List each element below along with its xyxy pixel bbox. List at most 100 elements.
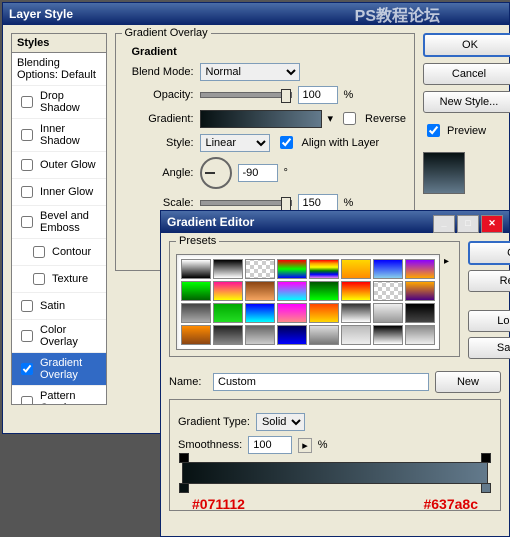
style-checkbox[interactable] <box>21 363 33 375</box>
preset-swatch[interactable] <box>213 303 243 323</box>
styles-header[interactable]: Styles <box>12 34 106 53</box>
ok-button[interactable]: OK <box>423 33 510 57</box>
align-label: Align with Layer <box>302 137 380 149</box>
style-item-inner-glow[interactable]: Inner Glow <box>12 179 106 206</box>
style-checkbox[interactable] <box>21 216 33 228</box>
style-checkbox[interactable] <box>21 300 33 312</box>
preset-swatch[interactable] <box>245 281 275 301</box>
new-button[interactable]: New <box>435 371 501 393</box>
style-item-color-overlay[interactable]: Color Overlay <box>12 320 106 353</box>
editor-load-button[interactable]: Load... <box>468 310 510 332</box>
angle-input[interactable] <box>238 164 278 182</box>
preset-swatch[interactable] <box>181 259 211 279</box>
gradient-bar[interactable] <box>182 462 488 484</box>
style-checkbox[interactable] <box>21 96 33 108</box>
editor-reset-button[interactable]: Reset <box>468 270 510 292</box>
blend-mode-select[interactable]: Normal <box>200 63 300 81</box>
gradient-preview[interactable] <box>200 110 322 128</box>
presets-grid <box>176 254 440 350</box>
angle-dial[interactable] <box>200 157 232 189</box>
style-checkbox[interactable] <box>21 330 33 342</box>
style-item-label: Inner Shadow <box>40 123 101 147</box>
maximize-icon[interactable]: □ <box>457 215 479 233</box>
preset-swatch[interactable] <box>373 303 403 323</box>
style-item-contour[interactable]: Contour <box>12 239 106 266</box>
cancel-button[interactable]: Cancel <box>423 63 510 85</box>
style-checkbox[interactable] <box>33 273 45 285</box>
grad-type-select[interactable]: Solid <box>256 413 305 431</box>
preset-swatch[interactable] <box>373 325 403 345</box>
blending-options-item[interactable]: Blending Options: Default <box>12 53 106 86</box>
style-item-texture[interactable]: Texture <box>12 266 106 293</box>
preset-swatch[interactable] <box>309 281 339 301</box>
scale-label: Scale: <box>124 197 194 209</box>
preset-swatch[interactable] <box>405 259 435 279</box>
minimize-icon[interactable]: _ <box>433 215 455 233</box>
style-item-label: Pattern Overlay <box>40 390 101 405</box>
editor-ok-button[interactable]: OK <box>468 241 510 265</box>
presets-menu-icon[interactable]: ▸ <box>440 254 453 350</box>
editor-save-button[interactable]: Save... <box>468 337 510 359</box>
style-item-label: Gradient Overlay <box>40 357 101 381</box>
preset-swatch[interactable] <box>277 303 307 323</box>
preset-swatch[interactable] <box>373 259 403 279</box>
smoothness-dropdown-icon[interactable]: ▸ <box>298 438 312 453</box>
preset-swatch[interactable] <box>213 259 243 279</box>
close-icon[interactable]: ✕ <box>481 215 503 233</box>
preset-swatch[interactable] <box>405 281 435 301</box>
preset-swatch[interactable] <box>181 325 211 345</box>
style-item-label: Satin <box>40 300 65 312</box>
new-style-button[interactable]: New Style... <box>423 91 510 113</box>
overlay-title: Gradient Overlay <box>122 27 211 39</box>
preset-swatch[interactable] <box>213 281 243 301</box>
scale-slider[interactable] <box>200 200 292 206</box>
align-checkbox[interactable] <box>280 136 293 149</box>
gradient-dropdown-icon[interactable]: ▾ <box>328 112 334 125</box>
style-checkbox[interactable] <box>21 129 33 141</box>
preset-swatch[interactable] <box>309 325 339 345</box>
color-stop-left[interactable] <box>179 483 189 495</box>
grad-type-label: Gradient Type: <box>178 416 250 428</box>
opacity-input[interactable] <box>298 86 338 104</box>
preset-swatch[interactable] <box>245 303 275 323</box>
style-item-inner-shadow[interactable]: Inner Shadow <box>12 119 106 152</box>
preset-swatch[interactable] <box>213 325 243 345</box>
preview-checkbox[interactable] <box>427 124 440 137</box>
preset-swatch[interactable] <box>181 303 211 323</box>
style-checkbox[interactable] <box>21 159 33 171</box>
preset-swatch[interactable] <box>181 281 211 301</box>
preset-swatch[interactable] <box>341 325 371 345</box>
preset-swatch[interactable] <box>341 259 371 279</box>
style-item-outer-glow[interactable]: Outer Glow <box>12 152 106 179</box>
preset-swatch[interactable] <box>341 281 371 301</box>
opacity-stop-right[interactable] <box>481 453 491 463</box>
opacity-stop-left[interactable] <box>179 453 189 463</box>
preset-swatch[interactable] <box>341 303 371 323</box>
preset-swatch[interactable] <box>405 325 435 345</box>
style-select[interactable]: Linear <box>200 134 270 152</box>
reverse-checkbox[interactable] <box>343 112 356 125</box>
gradient-editor-title: Gradient Editor _ □ ✕ <box>161 211 509 233</box>
smoothness-input[interactable] <box>248 436 292 454</box>
preset-swatch[interactable] <box>373 281 403 301</box>
preset-swatch[interactable] <box>277 281 307 301</box>
color-stop-right[interactable] <box>481 483 491 495</box>
preset-swatch[interactable] <box>245 259 275 279</box>
preset-swatch[interactable] <box>309 303 339 323</box>
preset-swatch[interactable] <box>277 259 307 279</box>
style-item-bevel-and-emboss[interactable]: Bevel and Emboss <box>12 206 106 239</box>
preset-swatch[interactable] <box>309 259 339 279</box>
style-item-gradient-overlay[interactable]: Gradient Overlay <box>12 353 106 386</box>
style-checkbox[interactable] <box>21 396 33 405</box>
style-checkbox[interactable] <box>21 186 33 198</box>
style-item-drop-shadow[interactable]: Drop Shadow <box>12 86 106 119</box>
style-item-satin[interactable]: Satin <box>12 293 106 320</box>
name-input[interactable] <box>213 373 429 391</box>
style-item-pattern-overlay[interactable]: Pattern Overlay <box>12 386 106 405</box>
preset-swatch[interactable] <box>277 325 307 345</box>
opacity-slider[interactable] <box>200 92 292 98</box>
preset-swatch[interactable] <box>405 303 435 323</box>
style-item-label: Color Overlay <box>40 324 101 348</box>
style-checkbox[interactable] <box>33 246 45 258</box>
preset-swatch[interactable] <box>245 325 275 345</box>
